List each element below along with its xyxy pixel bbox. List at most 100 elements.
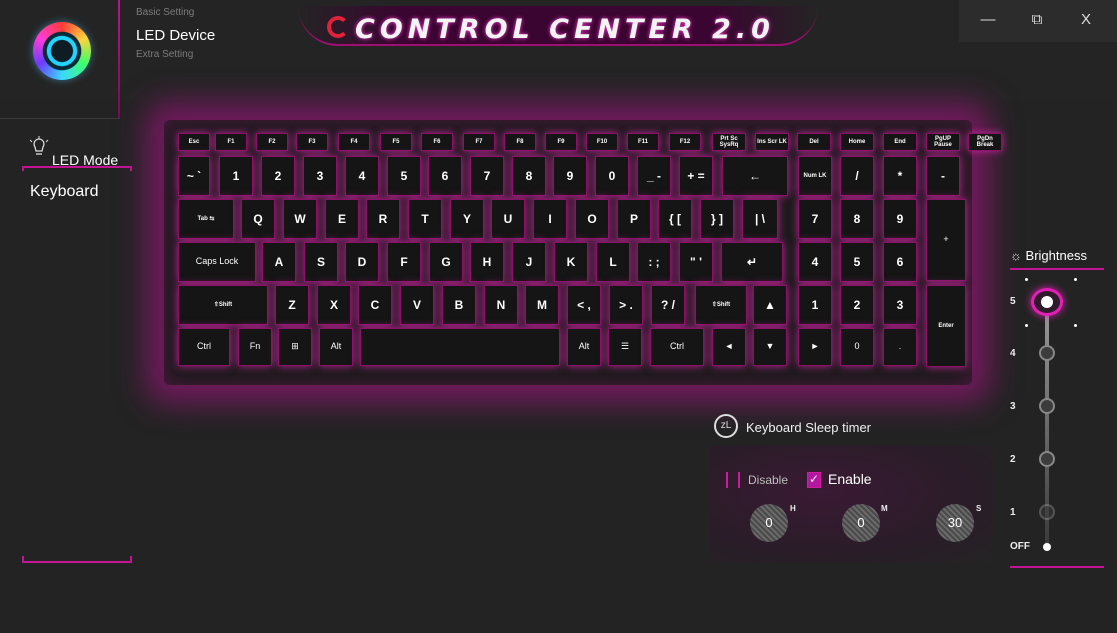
key-row_tab-15[interactable]: 8: [840, 199, 874, 239]
close-button[interactable]: X: [1071, 8, 1101, 32]
key-row_shift-7[interactable]: M: [525, 285, 559, 325]
key-row_shift-3[interactable]: C: [358, 285, 392, 325]
key-row_num-14[interactable]: Num LK: [798, 156, 832, 196]
key-row_fn-18[interactable]: PgUP Pause: [926, 133, 960, 151]
key-row_tab-9[interactable]: O: [575, 199, 609, 239]
key-row_caps-11[interactable]: " ': [679, 242, 713, 282]
key-row_tab-1[interactable]: Q: [241, 199, 275, 239]
key-row_shift-10[interactable]: ? /: [651, 285, 685, 325]
key-row_num-15[interactable]: /: [840, 156, 874, 196]
key-row_num-8[interactable]: 8: [512, 156, 546, 196]
key-row_fn-13[interactable]: Prt Sc SysRq: [712, 133, 746, 151]
brightness-node-1[interactable]: [1039, 504, 1055, 520]
key-row_tab-6[interactable]: Y: [450, 199, 484, 239]
key-row_ctrl-6[interactable]: ☰: [608, 328, 642, 366]
key-row_ctrl-10[interactable]: ►: [798, 328, 832, 366]
key-row_caps-12[interactable]: ↵: [721, 242, 783, 282]
key-row_num-3[interactable]: 3: [303, 156, 337, 196]
key-row_num-7[interactable]: 7: [470, 156, 504, 196]
key-row_ctrl-1[interactable]: Fn: [238, 328, 272, 366]
key-row_num-1[interactable]: 1: [219, 156, 253, 196]
key-row_caps-14[interactable]: 5: [840, 242, 874, 282]
key-row_num-9[interactable]: 9: [553, 156, 587, 196]
key-row_fn-11[interactable]: F11: [627, 133, 659, 151]
key-row_tab-17[interactable]: +: [926, 199, 966, 281]
brightness-node-2[interactable]: [1039, 451, 1055, 467]
key-row_fn-19[interactable]: PgDn Break: [968, 133, 1002, 151]
key-row_tab-16[interactable]: 9: [883, 199, 917, 239]
key-row_shift-1[interactable]: Z: [275, 285, 309, 325]
key-row_caps-8[interactable]: K: [554, 242, 588, 282]
key-row_shift-15[interactable]: 3: [883, 285, 917, 325]
key-row_shift-4[interactable]: V: [400, 285, 434, 325]
key-row_caps-9[interactable]: L: [596, 242, 630, 282]
minutes-dial[interactable]: 0: [842, 504, 880, 542]
key-row_caps-4[interactable]: F: [387, 242, 421, 282]
key-row_tab-7[interactable]: U: [491, 199, 525, 239]
seconds-dial[interactable]: 30: [936, 504, 974, 542]
key-row_tab-8[interactable]: I: [533, 199, 567, 239]
key-row_fn-4[interactable]: F4: [338, 133, 370, 151]
key-row_shift-12[interactable]: ▲: [753, 285, 787, 325]
brightness-node-5[interactable]: [1031, 288, 1063, 316]
key-row_tab-0[interactable]: Tab ⇆: [178, 199, 234, 239]
key-row_fn-12[interactable]: F12: [669, 133, 701, 151]
key-row_num-10[interactable]: 0: [595, 156, 629, 196]
key-row_caps-15[interactable]: 6: [883, 242, 917, 282]
key-row_fn-9[interactable]: F9: [545, 133, 577, 151]
key-row_tab-12[interactable]: } ]: [700, 199, 734, 239]
key-row_caps-3[interactable]: D: [345, 242, 379, 282]
key-row_caps-13[interactable]: 4: [798, 242, 832, 282]
key-row_num-2[interactable]: 2: [261, 156, 295, 196]
key-row_caps-7[interactable]: J: [512, 242, 546, 282]
key-row_caps-0[interactable]: Caps Lock: [178, 242, 256, 282]
key-row_num-11[interactable]: _ -: [637, 156, 671, 196]
key-row_tab-4[interactable]: R: [366, 199, 400, 239]
key-row_ctrl-8[interactable]: ◄: [712, 328, 746, 366]
key-row_ctrl-0[interactable]: Ctrl: [178, 328, 230, 366]
disable-checkbox[interactable]: [726, 472, 740, 488]
key-row_fn-10[interactable]: F10: [586, 133, 618, 151]
brightness-node-3[interactable]: [1039, 398, 1055, 414]
key-row_fn-15[interactable]: Del: [797, 133, 831, 151]
key-row_num-5[interactable]: 5: [387, 156, 421, 196]
key-row_fn-8[interactable]: F8: [504, 133, 536, 151]
minimize-button[interactable]: —: [973, 8, 1003, 32]
key-row_caps-1[interactable]: A: [262, 242, 296, 282]
key-row_fn-0[interactable]: Esc: [178, 133, 210, 151]
key-row_fn-16[interactable]: Home: [840, 133, 874, 151]
key-row_caps-10[interactable]: : ;: [637, 242, 671, 282]
key-row_tab-14[interactable]: 7: [798, 199, 832, 239]
brightness-node-4[interactable]: [1039, 345, 1055, 361]
key-row_ctrl-2[interactable]: ⊞: [278, 328, 312, 366]
key-row_ctrl-11[interactable]: 0: [840, 328, 874, 366]
nav-basic-setting[interactable]: Basic Setting: [136, 7, 194, 18]
key-row_fn-17[interactable]: End: [883, 133, 917, 151]
key-row_num-17[interactable]: -: [926, 156, 960, 196]
key-row_num-13[interactable]: ←: [722, 156, 788, 196]
key-row_num-6[interactable]: 6: [428, 156, 462, 196]
key-row_ctrl-9[interactable]: ▼: [753, 328, 787, 366]
restore-button[interactable]: ⧉: [1022, 8, 1052, 32]
key-row_ctrl-5[interactable]: Alt: [567, 328, 601, 366]
key-row_caps-2[interactable]: S: [304, 242, 338, 282]
key-row_ctrl-7[interactable]: Ctrl: [650, 328, 704, 366]
brightness-node-off[interactable]: [1043, 543, 1051, 551]
key-row_ctrl-3[interactable]: Alt: [319, 328, 353, 366]
key-row_caps-5[interactable]: G: [429, 242, 463, 282]
key-row_shift-8[interactable]: < ,: [567, 285, 601, 325]
sidebar-item-keyboard[interactable]: Keyboard: [30, 183, 99, 201]
key-row_ctrl-12[interactable]: .: [883, 328, 917, 366]
key-row_tab-10[interactable]: P: [617, 199, 651, 239]
nav-led-device[interactable]: LED Device: [136, 27, 215, 44]
key-row_ctrl-4[interactable]: [360, 328, 560, 366]
key-row_num-12[interactable]: + =: [679, 156, 713, 196]
key-row_shift-0[interactable]: ⇧Shift: [178, 285, 268, 325]
key-row_fn-2[interactable]: F2: [256, 133, 288, 151]
enable-checkbox[interactable]: [807, 472, 821, 488]
key-row_num-16[interactable]: *: [883, 156, 917, 196]
key-row_fn-6[interactable]: F6: [421, 133, 453, 151]
key-row_tab-5[interactable]: T: [408, 199, 442, 239]
key-row_caps-6[interactable]: H: [470, 242, 504, 282]
key-row_shift-6[interactable]: N: [484, 285, 518, 325]
